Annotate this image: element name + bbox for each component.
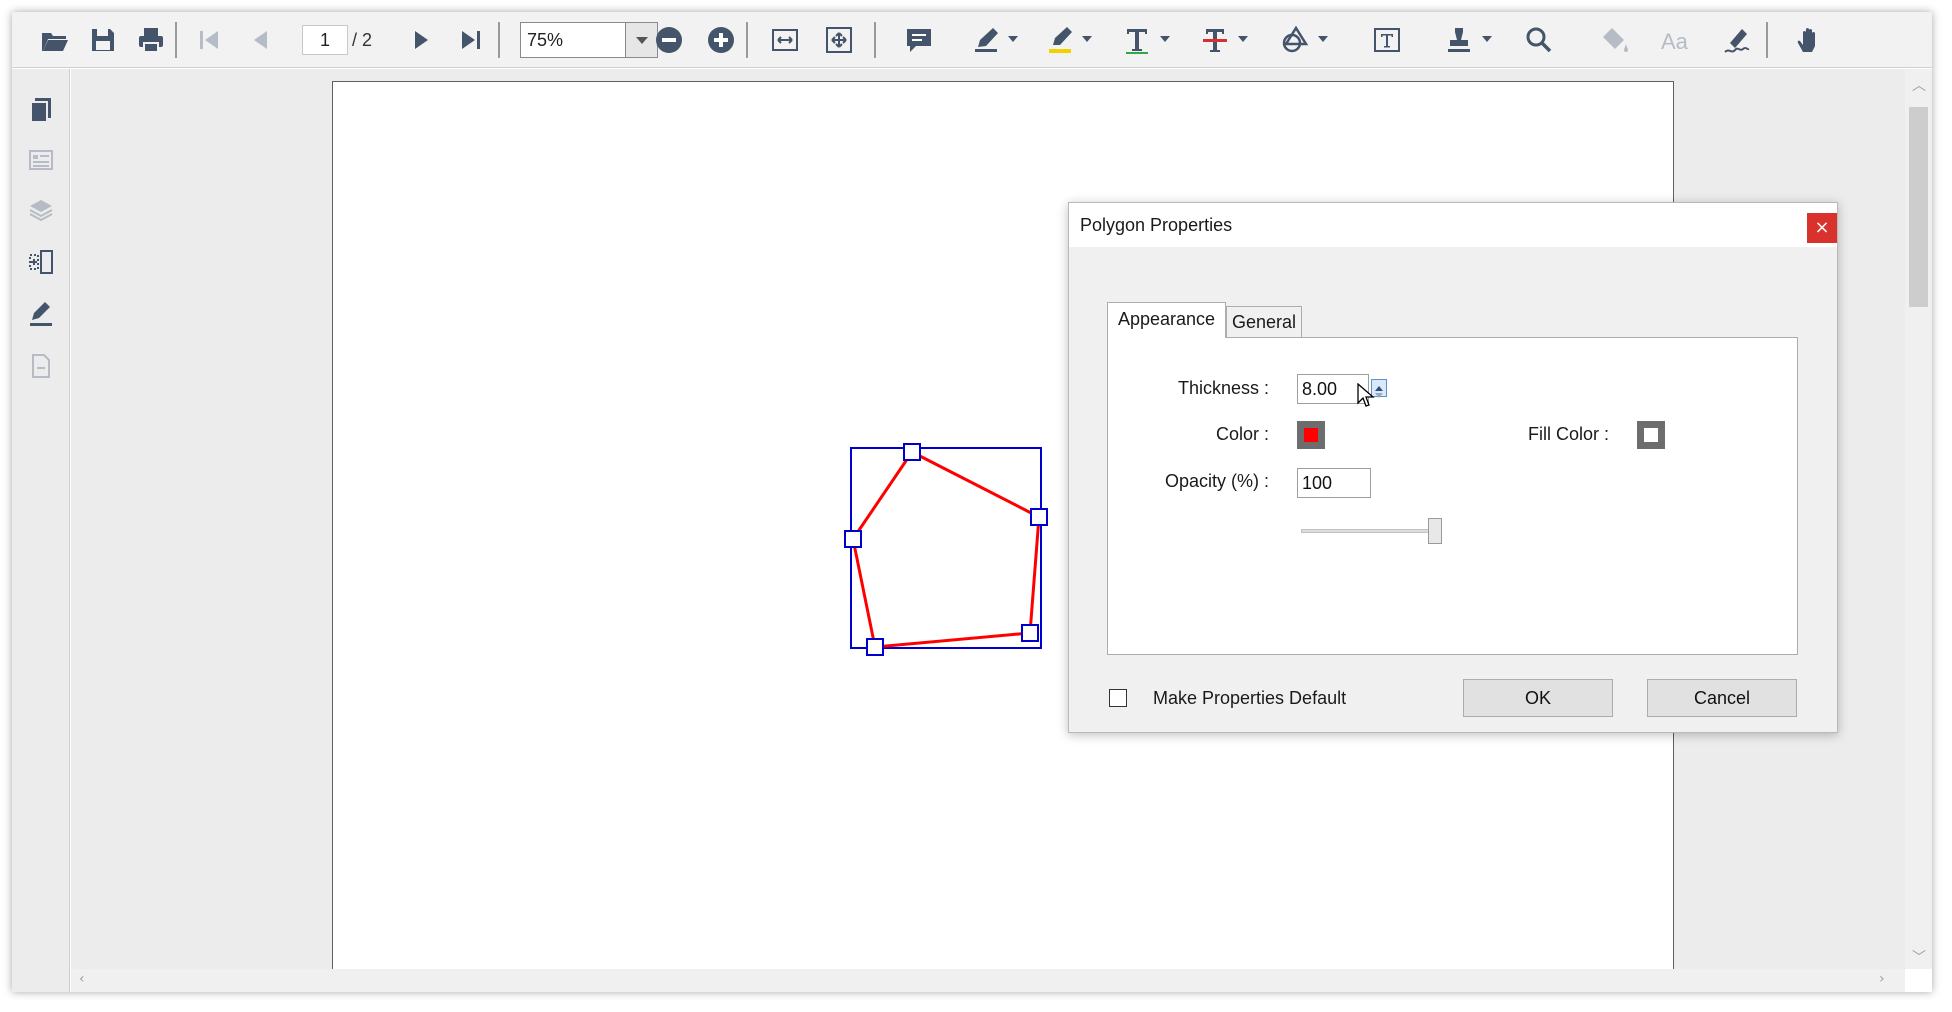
highlight-dropdown-icon[interactable] [1082, 36, 1092, 42]
text-box-icon[interactable] [1370, 23, 1404, 57]
highlight-icon[interactable] [1044, 23, 1078, 57]
last-page-icon[interactable] [454, 23, 488, 57]
color-picker[interactable] [1297, 421, 1325, 449]
pen-icon[interactable] [970, 23, 1004, 57]
toolbar-separator [874, 22, 876, 58]
bookmarks-icon [24, 143, 58, 177]
stamp-dropdown-icon[interactable] [1482, 36, 1492, 42]
dialog-title: Polygon Properties [1080, 215, 1233, 235]
thickness-value: 8.00 [1302, 379, 1338, 399]
toolbar-separator [1766, 22, 1768, 58]
text-icon[interactable] [1120, 23, 1154, 57]
scroll-right-icon[interactable]: › [1879, 971, 1885, 987]
dialog-title-bar[interactable]: Polygon Properties × [1069, 203, 1837, 247]
previous-page-icon [244, 23, 278, 57]
fill-color-swatch [1644, 428, 1658, 442]
comment-icon[interactable] [902, 23, 936, 57]
color-swatch [1304, 428, 1318, 442]
form-fields-icon [24, 349, 58, 383]
vertical-scrollbar[interactable]: ︿ ﹀ [1905, 69, 1932, 969]
make-default-checkbox[interactable] [1109, 689, 1127, 707]
svg-text:Aa: Aa [1661, 29, 1689, 54]
hand-icon[interactable] [1792, 23, 1826, 57]
fill-icon [1598, 23, 1632, 57]
first-page-icon [192, 23, 226, 57]
scroll-down-icon[interactable]: ﹀ [1912, 947, 1926, 967]
fill-color-label: Fill Color : [1527, 424, 1609, 444]
scroll-left-icon[interactable]: ‹ [79, 971, 85, 987]
resize-handle[interactable] [903, 443, 921, 461]
ok-button[interactable]: OK [1463, 679, 1613, 717]
thickness-label: Thickness : [1177, 378, 1269, 398]
signature-icon[interactable] [1720, 23, 1754, 57]
stamp-icon[interactable] [1442, 23, 1476, 57]
polygon-properties-dialog: Polygon Properties × Appearance General … [1068, 202, 1838, 733]
fit-page-icon[interactable] [822, 23, 856, 57]
opacity-label: Opacity (%) : [1164, 471, 1269, 491]
zoom-in-icon[interactable] [704, 23, 738, 57]
toolbar: 1 / 2 75% Aa [12, 12, 1932, 68]
tab-general[interactable]: General [1226, 306, 1302, 338]
zoom-select[interactable]: 75% [520, 22, 658, 58]
opacity-slider-track[interactable] [1301, 529, 1441, 533]
horizontal-scrollbar[interactable]: ‹ › [71, 969, 1905, 992]
shapes-dropdown-icon[interactable] [1318, 36, 1328, 42]
chevron-down-icon [636, 37, 648, 44]
resize-handle[interactable] [866, 638, 884, 656]
shapes-icon[interactable] [1278, 23, 1312, 57]
scroll-up-icon[interactable]: ︿ [1912, 75, 1926, 95]
next-page-icon[interactable] [404, 23, 438, 57]
toolbar-separator [746, 22, 748, 58]
print-icon[interactable] [134, 23, 168, 57]
zoom-out-icon[interactable] [652, 23, 686, 57]
polygon-annotation[interactable] [851, 450, 1041, 649]
pages-icon[interactable] [24, 93, 58, 127]
fit-width-icon[interactable] [768, 23, 802, 57]
save-icon[interactable] [86, 23, 120, 57]
layers-icon [24, 193, 58, 227]
strikethrough-icon[interactable] [1198, 23, 1232, 57]
close-button[interactable]: × [1807, 213, 1837, 243]
annotations-icon[interactable] [24, 297, 58, 331]
resize-handle[interactable] [844, 530, 862, 548]
zoom-value: 75% [527, 30, 564, 50]
resize-handle[interactable] [1021, 624, 1039, 642]
resize-handle[interactable] [1030, 508, 1048, 526]
cancel-button[interactable]: Cancel [1647, 679, 1797, 717]
pen-dropdown-icon[interactable] [1008, 36, 1018, 42]
vertical-scroll-thumb[interactable] [1909, 107, 1928, 307]
appearance-panel: Thickness : 8.00 Color : Fill Color : Op… [1107, 337, 1798, 655]
open-folder-icon[interactable] [38, 23, 72, 57]
selection-bounding-box [850, 447, 1042, 649]
mouse-cursor-icon [1357, 383, 1375, 407]
left-sidebar [12, 69, 70, 992]
font-icon: Aa [1658, 23, 1692, 57]
organize-pages-icon[interactable] [24, 245, 58, 279]
opacity-input[interactable]: 100 [1297, 468, 1371, 498]
opacity-slider-thumb[interactable] [1428, 518, 1442, 544]
page-count: / 2 [352, 30, 373, 50]
make-default-label: Make Properties Default [1153, 688, 1347, 708]
thickness-input[interactable]: 8.00 [1297, 374, 1387, 407]
fill-color-picker[interactable] [1637, 421, 1665, 449]
search-icon[interactable] [1522, 23, 1556, 57]
tab-appearance[interactable]: Appearance [1107, 302, 1226, 338]
strikethrough-dropdown-icon[interactable] [1238, 36, 1248, 42]
toolbar-separator [498, 22, 500, 58]
page-number-input[interactable]: 1 [302, 25, 348, 55]
text-dropdown-icon[interactable] [1160, 36, 1170, 42]
toolbar-separator [175, 22, 177, 58]
pdf-viewer-window: 1 / 2 75% Aa ︿ ﹀ ‹ › Polygon Properties … [12, 12, 1932, 992]
color-label: Color : [1215, 424, 1269, 444]
